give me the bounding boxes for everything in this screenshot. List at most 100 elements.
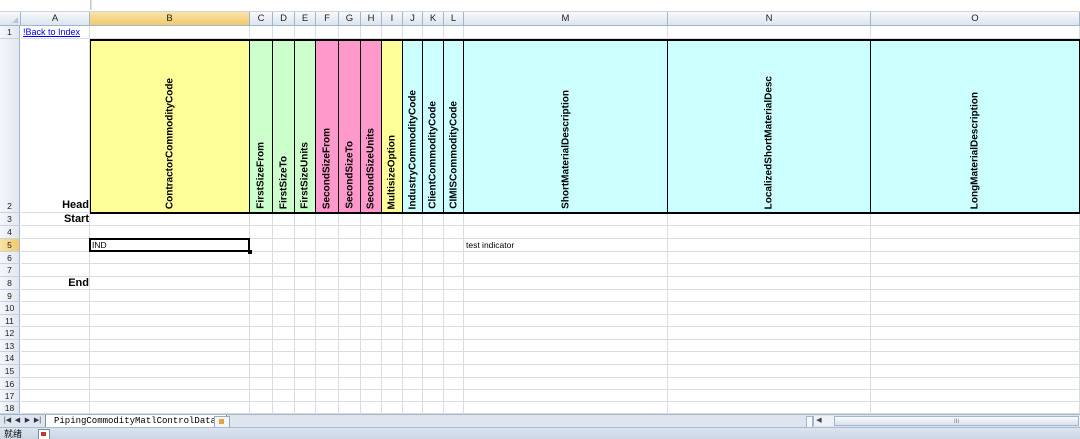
cell-f4[interactable] (316, 226, 339, 239)
cell-g10[interactable] (339, 302, 361, 315)
cell-f13[interactable] (316, 340, 339, 352)
cell-m17[interactable] (464, 390, 668, 402)
cell-f17[interactable] (316, 390, 339, 402)
cell-c3[interactable] (250, 213, 273, 226)
cell-h9[interactable] (361, 290, 382, 302)
cell-j7[interactable] (403, 264, 423, 277)
cell-f10[interactable] (316, 302, 339, 315)
cell-j8[interactable] (403, 277, 423, 290)
cell-m16[interactable] (464, 378, 668, 390)
cell-f18[interactable] (316, 402, 339, 414)
cell-l8[interactable] (444, 277, 464, 290)
cell-c16[interactable] (250, 378, 273, 390)
cell-o10[interactable] (871, 302, 1080, 315)
cell-n14[interactable] (668, 352, 871, 365)
cell-m15[interactable] (464, 365, 668, 378)
cell-e16[interactable] (295, 378, 316, 390)
cell-e7[interactable] (295, 264, 316, 277)
cell-f14[interactable] (316, 352, 339, 365)
cell-h10[interactable] (361, 302, 382, 315)
cell-c14[interactable] (250, 352, 273, 365)
cell-h17[interactable] (361, 390, 382, 402)
cell-m6[interactable] (464, 252, 668, 264)
cell-k7[interactable] (423, 264, 444, 277)
cell-k5[interactable] (423, 239, 444, 252)
row-header-10[interactable]: 10 (0, 302, 20, 315)
cell-n8[interactable] (668, 277, 871, 290)
cell-g16[interactable] (339, 378, 361, 390)
cell-f7[interactable] (316, 264, 339, 277)
cell-h1[interactable] (361, 26, 382, 39)
cell-b7[interactable] (90, 264, 250, 277)
cell-c5[interactable] (250, 239, 273, 252)
cell-m11[interactable] (464, 315, 668, 327)
prev-sheet-icon[interactable]: ◀ (13, 416, 22, 426)
cell-g3[interactable] (339, 213, 361, 226)
header-cell-g[interactable]: SecondSizeTo (339, 39, 361, 214)
row-header-18[interactable]: 18 (0, 402, 20, 414)
cell-b10[interactable] (90, 302, 250, 315)
cell-k12[interactable] (423, 327, 444, 340)
cell-h15[interactable] (361, 365, 382, 378)
cell-k17[interactable] (423, 390, 444, 402)
cell-g9[interactable] (339, 290, 361, 302)
cell-k6[interactable] (423, 252, 444, 264)
cell-f6[interactable] (316, 252, 339, 264)
cell-m14[interactable] (464, 352, 668, 365)
cell-k13[interactable] (423, 340, 444, 352)
cell-d14[interactable] (273, 352, 295, 365)
cell-b8[interactable] (90, 277, 250, 290)
cell-j9[interactable] (403, 290, 423, 302)
cell-h8[interactable] (361, 277, 382, 290)
cell-e14[interactable] (295, 352, 316, 365)
cell-d13[interactable] (273, 340, 295, 352)
column-header-e[interactable]: E (295, 12, 316, 25)
cell-f16[interactable] (316, 378, 339, 390)
cell-d8[interactable] (273, 277, 295, 290)
cell-m12[interactable] (464, 327, 668, 340)
cell-j5[interactable] (403, 239, 423, 252)
cell-g5[interactable] (339, 239, 361, 252)
cell-a13[interactable] (21, 340, 90, 352)
cell-b16[interactable] (90, 378, 250, 390)
cell-b17[interactable] (90, 390, 250, 402)
scroll-thumb[interactable]: III (834, 416, 1079, 426)
cell-e11[interactable] (295, 315, 316, 327)
header-cell-b[interactable]: ContractorCommodityCode (90, 39, 250, 214)
cell-h18[interactable] (361, 402, 382, 414)
row-header-14[interactable]: 14 (0, 352, 20, 365)
next-sheet-icon[interactable]: ▶ (23, 416, 32, 426)
header-cell-j[interactable]: IndustryCommodityCode (403, 39, 423, 214)
row-header-6[interactable]: 6 (0, 252, 20, 264)
row-header-2[interactable]: 2 (0, 39, 20, 213)
back-to-index-link[interactable]: !Back to Index (23, 27, 80, 37)
cell-m3[interactable] (464, 213, 668, 226)
header-cell-l[interactable]: CIMISCommodityCode (444, 39, 464, 214)
cell-k15[interactable] (423, 365, 444, 378)
cell-e13[interactable] (295, 340, 316, 352)
cell-l18[interactable] (444, 402, 464, 414)
cell-m7[interactable] (464, 264, 668, 277)
cell-o4[interactable] (871, 226, 1080, 239)
cell-h6[interactable] (361, 252, 382, 264)
cell-o11[interactable] (871, 315, 1080, 327)
column-header-b[interactable]: B (90, 12, 250, 25)
row-header-11[interactable]: 11 (0, 315, 20, 327)
cell-h16[interactable] (361, 378, 382, 390)
cell-a12[interactable] (21, 327, 90, 340)
cell-j16[interactable] (403, 378, 423, 390)
cell-f1[interactable] (316, 26, 339, 39)
cell-g14[interactable] (339, 352, 361, 365)
cell-a2[interactable] (21, 39, 90, 213)
cell-e17[interactable] (295, 390, 316, 402)
cell-o8[interactable] (871, 277, 1080, 290)
row-header-7[interactable]: 7 (0, 264, 20, 277)
cell-e9[interactable] (295, 290, 316, 302)
row-header-12[interactable]: 12 (0, 327, 20, 340)
cell-f9[interactable] (316, 290, 339, 302)
cell-a16[interactable] (21, 378, 90, 390)
formula-input[interactable] (91, 0, 1080, 10)
cell-c7[interactable] (250, 264, 273, 277)
cell-b15[interactable] (90, 365, 250, 378)
cell-j13[interactable] (403, 340, 423, 352)
